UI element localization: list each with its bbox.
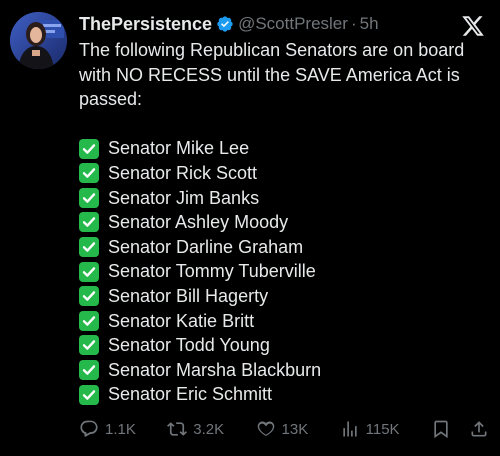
tweet-header: ThePersistence @ScottPresler · 5h	[79, 11, 379, 37]
avatar-image	[10, 12, 67, 69]
senator-list-item: Senator Tommy Tuberville	[79, 259, 489, 284]
senator-name: Senator Mike Lee	[108, 138, 250, 159]
senator-list: Senator Mike Lee Senator Rick Scott Senato…	[79, 136, 489, 407]
senator-name: Senator Katie Britt	[108, 310, 255, 331]
senator-name: Senator Marsha Blackburn	[108, 359, 322, 380]
analytics-icon	[342, 421, 357, 437]
senator-name: Senator Todd Young	[108, 335, 270, 356]
check-mark-icon	[79, 237, 99, 258]
views-button[interactable]: 115K	[340, 419, 400, 439]
senator-name: Senator Ashley Moody	[108, 212, 289, 233]
senator-list-item: Senator Jim Banks	[79, 186, 489, 211]
tweet: ThePersistence @ScottPresler · 5h The fo…	[0, 0, 500, 456]
bookmark-button[interactable]	[431, 419, 451, 439]
like-button[interactable]: 13K	[256, 419, 309, 439]
repost-count: 3.2K	[193, 420, 225, 438]
check-mark-icon	[79, 384, 99, 405]
separator-dot: ·	[350, 14, 357, 33]
x-logo-icon	[461, 14, 485, 38]
share-icon	[471, 421, 487, 437]
avatar[interactable]	[10, 12, 67, 69]
author-handle[interactable]: @ScottPresler	[238, 14, 348, 34]
check-mark-icon	[79, 163, 99, 184]
senator-list-item: Senator Bill Hagerty	[79, 284, 489, 309]
reply-icon	[80, 420, 98, 437]
action-bar: 1.1K 3.2K 13K 115K	[79, 416, 489, 442]
senator-name: Senator Tommy Tuberville	[108, 261, 316, 282]
check-mark-icon	[79, 310, 99, 331]
senator-name: Senator Jim Banks	[108, 187, 260, 208]
heart-icon	[257, 421, 274, 437]
check-mark-icon	[79, 335, 99, 356]
repost-button[interactable]: 3.2K	[167, 419, 224, 439]
bookmark-icon	[434, 420, 448, 439]
check-mark-icon	[79, 138, 99, 159]
senator-name: Senator Darline Graham	[108, 236, 304, 257]
senator-name: Senator Rick Scott	[108, 162, 258, 183]
senator-list-item: Senator Ashley Moody	[79, 210, 489, 235]
reply-button[interactable]: 1.1K	[79, 419, 136, 439]
senator-list-item: Senator Rick Scott	[79, 161, 489, 186]
tweet-time[interactable]: 5h	[360, 14, 379, 34]
like-count: 13K	[281, 420, 309, 438]
senator-list-item: Senator Katie Britt	[79, 309, 489, 334]
repost-icon	[167, 422, 188, 436]
check-mark-icon	[79, 261, 99, 282]
reply-count: 1.1K	[105, 420, 136, 438]
share-button[interactable]	[469, 419, 489, 439]
tweet-text: The following Republican Senators are on…	[79, 38, 489, 407]
senator-list-item: Senator Marsha Blackburn	[79, 358, 489, 383]
senator-list-item: Senator Todd Young	[79, 333, 489, 358]
senator-name: Senator Eric Schmitt	[108, 384, 273, 405]
check-mark-icon	[79, 187, 99, 208]
senator-name: Senator Bill Hagerty	[108, 285, 269, 306]
verified-badge-icon	[216, 15, 234, 33]
display-name[interactable]: ThePersistence	[79, 14, 212, 35]
check-mark-icon	[79, 212, 99, 233]
senator-list-item: Senator Eric Schmitt	[79, 382, 489, 407]
secondary-actions	[431, 419, 489, 439]
senator-list-item: Senator Mike Lee	[79, 136, 489, 161]
check-mark-icon	[79, 360, 99, 381]
senator-list-item: Senator Darline Graham	[79, 235, 489, 260]
check-mark-icon	[79, 286, 99, 307]
tweet-intro: The following Republican Senators are on…	[79, 40, 465, 110]
view-count: 115K	[365, 420, 400, 438]
